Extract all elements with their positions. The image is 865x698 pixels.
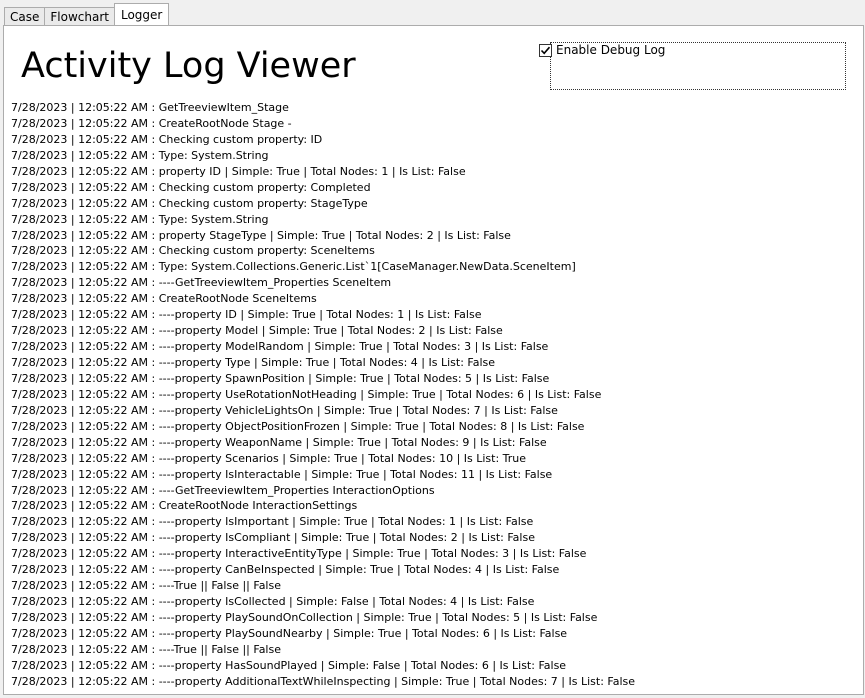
log-entry: 7/28/2023 | 12:05:22 AM : ----property I… <box>11 547 587 561</box>
enable-debug-log-label: Enable Debug Log <box>556 43 666 57</box>
log-entry: 7/28/2023 | 12:05:22 AM : ----property W… <box>11 435 547 449</box>
log-entry: 7/28/2023 | 12:05:22 AM : ----GetTreevie… <box>11 276 392 290</box>
logger-panel: Activity Log Viewer Enable Debug Log 7/2… <box>3 25 864 695</box>
log-entry: 7/28/2023 | 12:05:22 AM : ----property P… <box>11 626 568 640</box>
tab-case[interactable]: Case <box>4 7 46 25</box>
log-entry: 7/28/2023 | 12:05:22 AM : Checking custo… <box>11 132 323 146</box>
log-entry: 7/28/2023 | 12:05:22 AM : Checking custo… <box>11 244 375 258</box>
log-entry: 7/28/2023 | 12:05:22 AM : ----property O… <box>11 419 585 433</box>
log-entry: 7/28/2023 | 12:05:22 AM : ----property M… <box>11 324 503 338</box>
log-entry: 7/28/2023 | 12:05:22 AM : ----property I… <box>11 595 535 609</box>
log-entry: 7/28/2023 | 12:05:22 AM : ----property U… <box>11 387 602 401</box>
log-entry: 7/28/2023 | 12:05:22 AM : Type: System.S… <box>11 212 269 226</box>
log-entry: 7/28/2023 | 12:05:22 AM : ----property T… <box>11 356 496 369</box>
log-entry: 7/28/2023 | 12:05:22 AM : ----property I… <box>11 308 482 322</box>
log-entry: 7/28/2023 | 12:05:22 AM : CreateRootNode… <box>11 292 317 306</box>
log-entry: 7/28/2023 | 12:05:22 AM : property Stage… <box>11 228 511 242</box>
log-entry: 7/28/2023 | 12:05:22 AM : GetTreeviewIte… <box>11 101 289 114</box>
checkbox-checked-icon[interactable] <box>539 43 552 57</box>
log-entry: 7/28/2023 | 12:05:22 AM : property ID | … <box>11 164 466 178</box>
log-entry: 7/28/2023 | 12:05:22 AM : ----True || Fa… <box>11 579 281 593</box>
debug-options-box: Enable Debug Log <box>539 42 846 90</box>
tab-logger[interactable]: Logger <box>113 3 170 25</box>
tab-bar: Case Flowchart Logger <box>4 3 170 25</box>
log-entry: 7/28/2023 | 12:05:22 AM : ----property P… <box>11 611 598 624</box>
log-entry: 7/28/2023 | 12:05:22 AM : ----property S… <box>11 371 550 385</box>
log-entry: 7/28/2023 | 12:05:22 AM : ----property S… <box>11 451 527 465</box>
log-entry: 7/28/2023 | 12:05:22 AM : ----property H… <box>11 658 567 672</box>
log-entry: 7/28/2023 | 12:05:22 AM : ----True || Fa… <box>11 642 281 656</box>
log-list: 7/28/2023 | 12:05:22 AM : GetTreeviewIte… <box>11 100 856 690</box>
log-entry: 7/28/2023 | 12:05:22 AM : ----GetTreevie… <box>11 483 435 497</box>
log-entry: 7/28/2023 | 12:05:22 AM : ----property I… <box>11 515 534 529</box>
log-entry: 7/28/2023 | 12:05:22 AM : Checking custo… <box>11 196 368 210</box>
log-entry: 7/28/2023 | 12:05:22 AM : ----property C… <box>11 563 560 577</box>
log-entry: 7/28/2023 | 12:05:22 AM : CreateRootNode… <box>11 499 358 513</box>
log-entry: 7/28/2023 | 12:05:22 AM : ----property A… <box>11 674 636 688</box>
log-entry: 7/28/2023 | 12:05:22 AM : Type: System.C… <box>11 260 576 274</box>
log-entry: 7/28/2023 | 12:05:22 AM : CreateRootNode… <box>11 116 292 130</box>
page-title: Activity Log Viewer <box>21 46 356 86</box>
log-entry: 7/28/2023 | 12:05:22 AM : ----property M… <box>11 340 549 354</box>
app-window: Case Flowchart Logger Activity Log Viewe… <box>0 0 865 698</box>
enable-debug-log-checkbox[interactable]: Enable Debug Log <box>539 43 665 57</box>
log-entry: 7/28/2023 | 12:05:22 AM : Type: System.S… <box>11 148 269 162</box>
log-entry: 7/28/2023 | 12:05:22 AM : ----property I… <box>11 467 553 481</box>
log-entry: 7/28/2023 | 12:05:22 AM : ----property I… <box>11 531 535 545</box>
tab-flowchart[interactable]: Flowchart <box>44 7 115 25</box>
log-entry: 7/28/2023 | 12:05:22 AM : ----property V… <box>11 403 558 417</box>
log-entry: 7/28/2023 | 12:05:22 AM : Checking custo… <box>11 180 371 194</box>
